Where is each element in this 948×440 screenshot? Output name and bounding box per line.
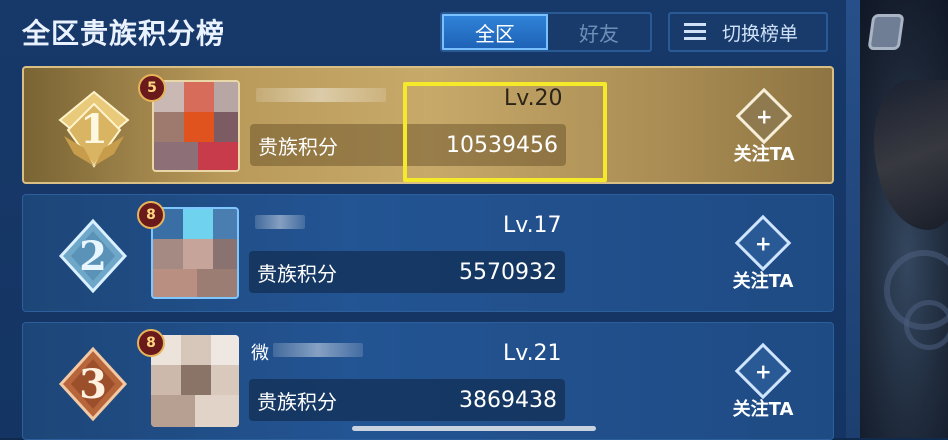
- score-value: 3869438: [459, 387, 557, 413]
- side-character-art: [846, 0, 948, 438]
- score-label: 贵族积分: [257, 389, 337, 414]
- scope-tabs: 全区 好友: [440, 12, 652, 52]
- highlight-box: [403, 82, 607, 182]
- scroll-indicator[interactable]: [352, 426, 596, 431]
- noble-level-badge: 8: [137, 201, 165, 229]
- player-name-visible-char: 微: [251, 343, 269, 364]
- switch-leaderboard-button[interactable]: 切换榜单: [668, 12, 828, 52]
- follow-button[interactable]: + 关注TA: [724, 87, 804, 176]
- rank-number: 1: [80, 105, 108, 153]
- rank-gold-badge-icon: 1: [54, 90, 134, 168]
- list-icon: [684, 23, 706, 41]
- rank-number: 3: [79, 360, 107, 408]
- player-name-blurred: [255, 215, 305, 229]
- player-level: Lv.21: [503, 341, 562, 366]
- follow-user-icon: +: [734, 214, 792, 272]
- noble-level-badge: 5: [138, 74, 166, 102]
- avatar[interactable]: [151, 207, 239, 299]
- follow-button[interactable]: + 关注TA: [723, 214, 803, 303]
- noble-level-badge: 8: [137, 329, 165, 357]
- score-box: 贵族积分 3869438: [249, 379, 565, 421]
- tab-all-region[interactable]: 全区: [442, 14, 548, 50]
- score-box: 贵族积分 5570932: [249, 251, 565, 293]
- player-name-blurred: [256, 88, 386, 102]
- score-value: 5570932: [459, 259, 557, 285]
- score-label: 贵族积分: [258, 134, 338, 159]
- tab-friends[interactable]: 好友: [548, 14, 650, 50]
- leaderboard-row-3[interactable]: 3 8 微 Lv.21 贵族积分 3869438 + 关注TA: [22, 322, 834, 440]
- rank-number: 2: [79, 232, 107, 280]
- leaderboard-panel: 全区贵族积分榜 全区 好友 切换榜单 1 5 Lv.20 贵族积分 105394…: [0, 0, 846, 440]
- switch-leaderboard-label: 切换榜单: [722, 22, 799, 45]
- leaderboard-row-2[interactable]: 2 8 Lv.17 贵族积分 5570932 + 关注TA: [22, 194, 834, 312]
- avatar[interactable]: [152, 80, 240, 172]
- follow-user-icon: +: [734, 342, 792, 400]
- score-label: 贵族积分: [257, 261, 337, 286]
- card-icon[interactable]: [867, 14, 905, 50]
- page-title: 全区贵族积分榜: [22, 17, 226, 50]
- rank-bronze-badge-icon: 3: [53, 345, 133, 423]
- avatar[interactable]: [151, 335, 239, 427]
- rank-silver-badge-icon: 2: [53, 217, 133, 295]
- follow-user-icon: +: [735, 87, 793, 145]
- player-level: Lv.17: [503, 213, 562, 238]
- follow-button[interactable]: + 关注TA: [723, 342, 803, 431]
- player-name-blurred: [273, 343, 363, 357]
